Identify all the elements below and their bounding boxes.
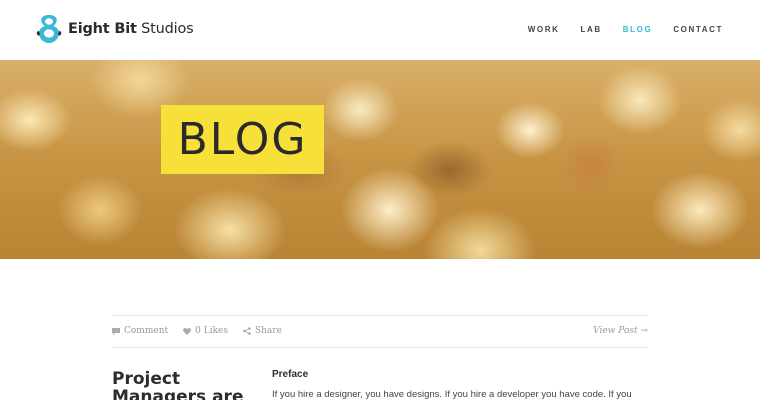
heart-icon <box>183 327 191 335</box>
main-nav: WORK LAB BLOG CONTACT <box>528 25 723 34</box>
hero-title: BLOG <box>177 114 308 165</box>
eight-bit-logo-icon <box>36 15 62 43</box>
view-post-link[interactable]: View Post → <box>593 326 648 336</box>
site-logo[interactable]: Eight Bit Studios <box>36 14 194 44</box>
post-meta-bar: Comment 0 Likes Share View Post → <box>112 315 648 348</box>
post-meta-actions: Comment 0 Likes Share <box>112 326 282 336</box>
post-title[interactable]: Project Managers are <box>112 370 252 400</box>
hero-title-box: BLOG <box>161 105 324 174</box>
share-icon <box>243 327 251 335</box>
post-body-text: If you hire a designer, you have designs… <box>272 389 632 400</box>
comment-icon <box>112 327 120 335</box>
share-link[interactable]: Share <box>243 326 282 336</box>
nav-item-blog[interactable]: BLOG <box>623 25 653 34</box>
section-heading: Preface <box>272 369 309 380</box>
comment-link[interactable]: Comment <box>112 326 168 336</box>
site-name: Eight Bit Studios <box>68 21 194 37</box>
nav-item-lab[interactable]: LAB <box>581 25 602 34</box>
nav-item-work[interactable]: WORK <box>528 25 560 34</box>
site-header: Eight Bit Studios WORK LAB BLOG CONTACT <box>0 0 760 60</box>
nav-item-contact[interactable]: CONTACT <box>673 25 723 34</box>
hero-banner: BLOG <box>0 60 760 259</box>
likes-link[interactable]: 0 Likes <box>183 326 228 336</box>
